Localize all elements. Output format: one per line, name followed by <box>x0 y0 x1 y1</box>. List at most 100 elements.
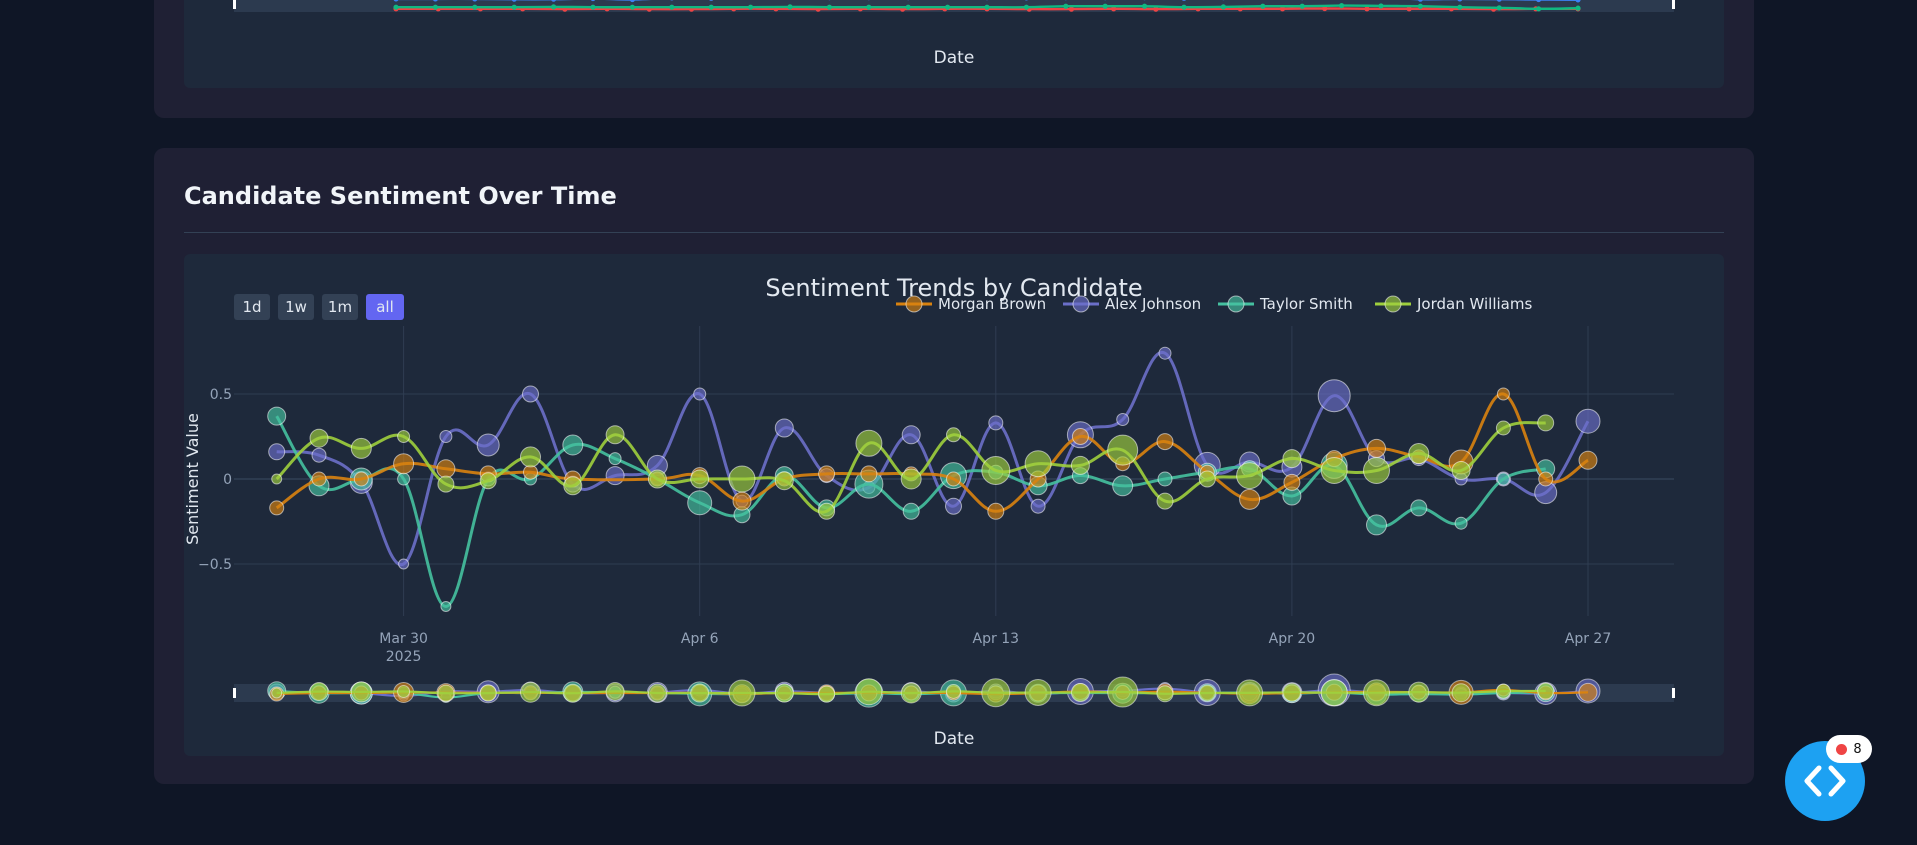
top-series-point <box>748 4 754 10</box>
data-point[interactable] <box>1578 450 1598 470</box>
data-point[interactable] <box>687 490 713 516</box>
data-point[interactable] <box>1496 472 1510 486</box>
data-point[interactable] <box>311 447 327 463</box>
data-point[interactable] <box>1024 450 1052 478</box>
data-point[interactable] <box>988 415 1004 431</box>
data-point[interactable] <box>271 473 283 485</box>
data-point[interactable] <box>1496 387 1510 401</box>
data-point[interactable] <box>397 472 411 486</box>
data-point[interactable] <box>860 465 878 483</box>
data-point[interactable] <box>690 469 710 489</box>
data-point[interactable] <box>353 471 369 487</box>
legend-item-alex-johnson[interactable]: Alex Johnson <box>1063 295 1201 313</box>
top-rangeslider-handle-left[interactable] <box>233 0 236 9</box>
data-point[interactable] <box>1320 457 1348 484</box>
data-point[interactable] <box>563 476 583 496</box>
data-point[interactable] <box>437 475 455 493</box>
data-point[interactable] <box>946 427 961 443</box>
data-point[interactable] <box>774 418 794 438</box>
data-point[interactable] <box>693 387 707 401</box>
data-point[interactable] <box>1283 473 1301 491</box>
top-series-point <box>1417 3 1423 9</box>
data-point[interactable] <box>605 425 625 445</box>
data-point[interactable] <box>1363 457 1390 484</box>
range-button-1d[interactable]: 1d <box>234 294 270 320</box>
data-point[interactable] <box>479 472 497 490</box>
data-point[interactable] <box>1454 516 1468 530</box>
data-point[interactable] <box>1156 492 1174 510</box>
data-point[interactable] <box>309 428 329 448</box>
data-point[interactable] <box>311 471 327 487</box>
data-point[interactable] <box>267 406 287 426</box>
data-point[interactable] <box>1538 471 1554 487</box>
data-point[interactable] <box>350 437 372 459</box>
data-point[interactable] <box>476 433 500 457</box>
data-point[interactable] <box>1156 433 1174 451</box>
data-point[interactable] <box>818 465 836 483</box>
sentiment-chart[interactable]: Sentiment Trends by CandidateSentiment V… <box>184 254 1724 756</box>
data-point[interactable] <box>900 468 922 490</box>
data-point[interactable] <box>1198 470 1216 488</box>
top-series-point <box>629 4 635 10</box>
data-point[interactable] <box>1112 475 1134 497</box>
data-point[interactable] <box>1239 488 1261 510</box>
data-point[interactable] <box>901 425 921 445</box>
data-point[interactable] <box>945 497 962 515</box>
legend-item-taylor-smith[interactable]: Taylor Smith <box>1218 295 1353 313</box>
range-button-1m[interactable]: 1m <box>322 294 358 320</box>
data-point[interactable] <box>855 429 883 457</box>
top-range-slider[interactable] <box>184 0 1724 88</box>
data-point[interactable] <box>1236 462 1264 490</box>
data-point[interactable] <box>522 385 539 403</box>
rangeslider-point <box>437 684 455 702</box>
data-point[interactable] <box>1107 434 1139 466</box>
data-point[interactable] <box>397 430 411 443</box>
data-point[interactable] <box>605 466 625 486</box>
data-point[interactable] <box>439 430 453 443</box>
data-point[interactable] <box>1366 514 1387 536</box>
data-point[interactable] <box>1158 346 1172 360</box>
data-point[interactable] <box>1410 499 1428 517</box>
legend-item-jordan-williams[interactable]: Jordan Williams <box>1375 295 1532 313</box>
data-point[interactable] <box>1030 498 1046 514</box>
data-point[interactable] <box>1367 438 1386 458</box>
data-point[interactable] <box>818 502 836 520</box>
data-point[interactable] <box>1495 420 1511 436</box>
data-point[interactable] <box>987 502 1005 520</box>
data-point[interactable] <box>1070 455 1090 475</box>
top-series-point <box>945 4 951 10</box>
rangeslider-point <box>855 678 883 706</box>
data-point[interactable] <box>436 459 456 479</box>
data-point[interactable] <box>440 601 452 612</box>
legend-item-morgan-brown[interactable]: Morgan Brown <box>896 295 1046 313</box>
rangeslider-handle-right[interactable] <box>1672 688 1675 698</box>
data-point[interactable] <box>520 446 541 468</box>
data-point[interactable] <box>902 502 920 520</box>
top-rangeslider-handle-right[interactable] <box>1672 0 1675 9</box>
data-point[interactable] <box>1282 449 1302 469</box>
range-button-1w[interactable]: 1w <box>278 294 314 320</box>
data-point[interactable] <box>732 491 752 511</box>
range-button-all[interactable]: all <box>366 294 404 320</box>
data-point[interactable] <box>1451 461 1471 480</box>
data-point[interactable] <box>1317 379 1351 413</box>
data-point[interactable] <box>981 456 1011 485</box>
data-point[interactable] <box>728 465 756 493</box>
data-point[interactable] <box>398 558 410 570</box>
data-point[interactable] <box>562 434 584 456</box>
data-point[interactable] <box>946 471 961 487</box>
data-point[interactable] <box>647 469 667 489</box>
data-point[interactable] <box>608 452 622 466</box>
data-point[interactable] <box>1575 408 1601 434</box>
data-point[interactable] <box>1116 413 1130 426</box>
data-point[interactable] <box>1157 471 1173 487</box>
data-point[interactable] <box>1071 428 1089 445</box>
data-point[interactable] <box>393 453 415 475</box>
data-point[interactable] <box>774 471 794 491</box>
data-point[interactable] <box>269 500 285 516</box>
data-point[interactable] <box>268 443 286 461</box>
data-point[interactable] <box>1408 443 1430 464</box>
y-tick-label: −0.5 <box>198 557 232 573</box>
rangeslider-handle-left[interactable] <box>233 688 236 698</box>
data-point[interactable] <box>1537 414 1555 432</box>
